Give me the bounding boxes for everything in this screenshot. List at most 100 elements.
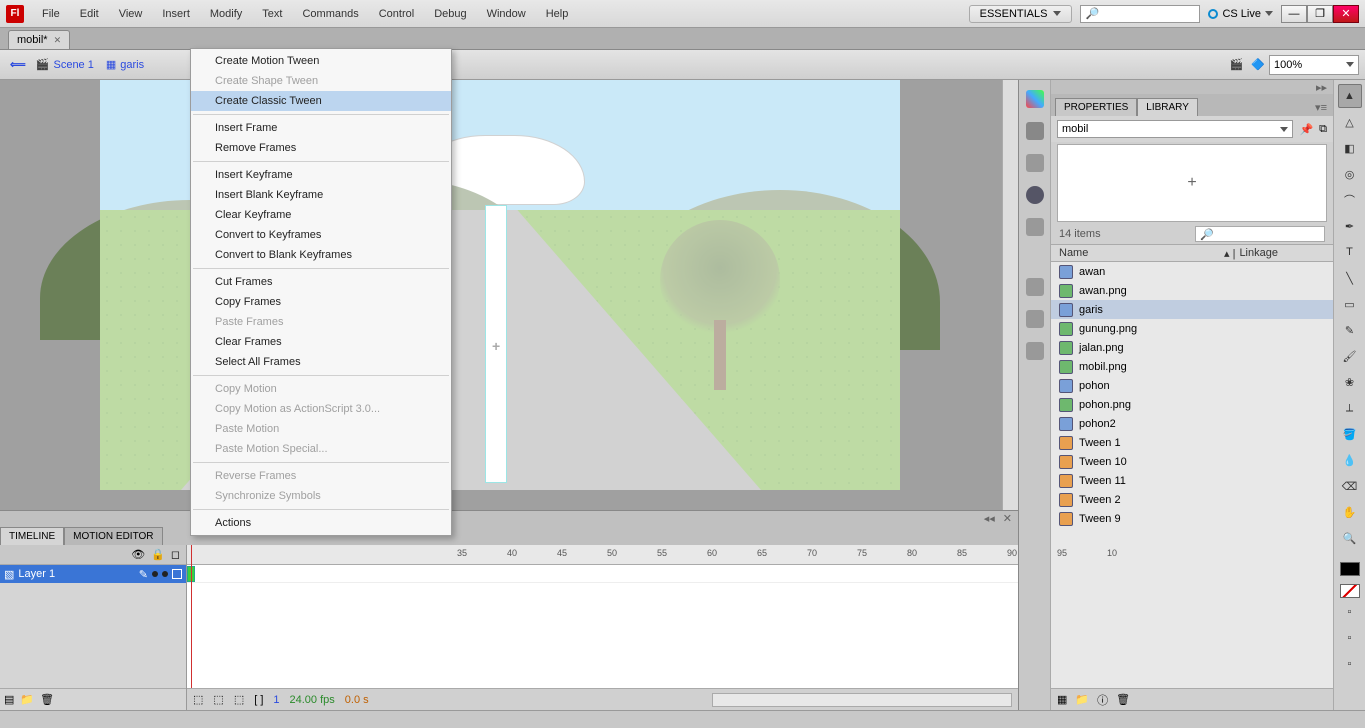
panel-menu-icon[interactable]: ▾≡ — [1309, 99, 1333, 116]
library-item[interactable]: Tween 2 — [1051, 490, 1333, 509]
col-linkage[interactable]: Linkage — [1239, 247, 1278, 259]
menuitem-create-classic-tween[interactable]: Create Classic Tween — [191, 91, 451, 111]
default-colors-icon[interactable]: ▫ — [1338, 626, 1362, 650]
stage-area[interactable]: + — [0, 80, 1018, 510]
fill-color-swatch[interactable] — [1340, 584, 1360, 598]
menu-window[interactable]: Window — [477, 8, 536, 20]
library-item[interactable]: awan.png — [1051, 281, 1333, 300]
search-input[interactable] — [1080, 5, 1200, 23]
new-library-icon[interactable]: ⧉ — [1319, 123, 1327, 136]
line-tool[interactable]: ╲ — [1338, 266, 1362, 290]
lock-icon[interactable]: 🔒 — [151, 548, 165, 561]
library-item[interactable]: Tween 1 — [1051, 433, 1333, 452]
library-item[interactable]: awan — [1051, 262, 1333, 281]
playhead[interactable] — [191, 545, 192, 710]
menu-view[interactable]: View — [109, 8, 153, 20]
layer-row[interactable]: ▧ Layer 1 ✎ — [0, 565, 186, 583]
tab-motion-editor[interactable]: MOTION EDITOR — [64, 527, 162, 545]
pin-icon[interactable]: 📌 — [1299, 123, 1313, 136]
transform-panel-icon[interactable] — [1026, 218, 1044, 236]
properties-icon[interactable]: ⓘ — [1097, 692, 1108, 708]
symbol-crumb[interactable]: ▦ garis — [106, 58, 144, 71]
workspace-switcher[interactable]: ESSENTIALS — [969, 5, 1073, 23]
menu-debug[interactable]: Debug — [424, 8, 476, 20]
menu-edit[interactable]: Edit — [70, 8, 109, 20]
new-symbol-icon[interactable]: ▦ — [1057, 693, 1067, 706]
brush-tool[interactable]: 🖌 — [1338, 344, 1362, 368]
3d-rotate-tool[interactable]: ◎ — [1338, 162, 1362, 186]
back-arrow-icon[interactable]: ⟸ — [10, 58, 26, 71]
library-item[interactable]: Tween 9 — [1051, 509, 1333, 528]
subselect-tool[interactable]: △ — [1338, 110, 1362, 134]
visibility-icon[interactable]: 👁 — [131, 548, 145, 561]
onion-skin-outline-icon[interactable]: ⬚ — [213, 693, 223, 706]
new-folder-icon[interactable]: 📁 — [1075, 693, 1089, 706]
components-icon[interactable] — [1026, 310, 1044, 328]
library-document-dropdown[interactable]: mobil — [1057, 120, 1293, 138]
library-item[interactable]: pohon — [1051, 376, 1333, 395]
library-search[interactable]: 🔎 — [1195, 226, 1325, 242]
code-snippets-icon[interactable] — [1026, 278, 1044, 296]
library-item[interactable]: garis — [1051, 300, 1333, 319]
marker-icon[interactable]: [ ] — [254, 694, 263, 706]
library-item[interactable]: pohon2 — [1051, 414, 1333, 433]
menuitem-convert-to-blank-keyframes[interactable]: Convert to Blank Keyframes — [191, 245, 451, 265]
minimize-button[interactable]: — — [1281, 5, 1307, 23]
library-item[interactable]: pohon.png — [1051, 395, 1333, 414]
menu-modify[interactable]: Modify — [200, 8, 252, 20]
tab-library[interactable]: LIBRARY — [1137, 98, 1198, 116]
menuitem-actions[interactable]: Actions — [191, 513, 451, 533]
pencil-tool[interactable]: ✎ — [1338, 318, 1362, 342]
menuitem-clear-frames[interactable]: Clear Frames — [191, 332, 451, 352]
menuitem-insert-blank-keyframe[interactable]: Insert Blank Keyframe — [191, 185, 451, 205]
pen-tool[interactable]: ✒ — [1338, 214, 1362, 238]
vis-dot[interactable] — [152, 571, 158, 577]
cs-live-button[interactable]: CS Live — [1208, 8, 1273, 20]
stroke-color-swatch[interactable] — [1340, 562, 1360, 576]
swatches-panel-icon[interactable] — [1026, 90, 1044, 108]
onion-skin-icon[interactable]: ⬚ — [193, 693, 203, 706]
bone-tool[interactable]: ⟂ — [1338, 396, 1362, 420]
eraser-tool[interactable]: ⌫ — [1338, 474, 1362, 498]
delete-layer-icon[interactable]: 🗑 — [40, 693, 54, 706]
library-columns[interactable]: Name ▴ | Linkage — [1051, 244, 1333, 262]
delete-icon[interactable]: 🗑 — [1116, 693, 1130, 706]
menuitem-select-all-frames[interactable]: Select All Frames — [191, 352, 451, 372]
lasso-tool[interactable]: ⌒ — [1338, 188, 1362, 212]
library-item[interactable]: gunung.png — [1051, 319, 1333, 338]
menu-insert[interactable]: Insert — [152, 8, 200, 20]
menuitem-clear-keyframe[interactable]: Clear Keyframe — [191, 205, 451, 225]
menu-commands[interactable]: Commands — [292, 8, 368, 20]
scene-crumb[interactable]: 🎬 Scene 1 — [36, 58, 94, 71]
outline-swatch[interactable] — [172, 569, 182, 579]
color-panel-icon[interactable] — [1026, 122, 1044, 140]
restore-button[interactable]: ❐ — [1307, 5, 1333, 23]
menuitem-remove-frames[interactable]: Remove Frames — [191, 138, 451, 158]
outline-icon[interactable]: ◻ — [171, 548, 180, 561]
col-name[interactable]: Name — [1059, 247, 1224, 259]
snap-icon[interactable]: ▫ — [1338, 652, 1362, 676]
eyedropper-tool[interactable]: 💧 — [1338, 448, 1362, 472]
tab-timeline[interactable]: TIMELINE — [0, 527, 64, 545]
document-tab[interactable]: mobil* ✕ — [8, 30, 70, 49]
library-item[interactable]: jalan.png — [1051, 338, 1333, 357]
zoom-dropdown[interactable]: 100% — [1269, 55, 1359, 75]
menuitem-convert-to-keyframes[interactable]: Convert to Keyframes — [191, 225, 451, 245]
deco-tool[interactable]: ❀ — [1338, 370, 1362, 394]
close-icon[interactable]: ✕ — [54, 35, 62, 46]
rect-tool[interactable]: ▭ — [1338, 292, 1362, 316]
menu-text[interactable]: Text — [252, 8, 292, 20]
menu-control[interactable]: Control — [369, 8, 424, 20]
zoom-tool[interactable]: 🔍 — [1338, 526, 1362, 550]
library-list[interactable]: awanawan.pnggarisgunung.pngjalan.pngmobi… — [1051, 262, 1333, 688]
edit-scene-icon[interactable]: 🎬 — [1230, 58, 1244, 71]
vertical-scrollbar[interactable] — [1002, 80, 1018, 510]
menu-file[interactable]: File — [32, 8, 70, 20]
paint-bucket-tool[interactable]: 🪣 — [1338, 422, 1362, 446]
tab-properties[interactable]: PROPERTIES — [1055, 98, 1137, 116]
hand-tool[interactable]: ✋ — [1338, 500, 1362, 524]
motion-presets-icon[interactable] — [1026, 342, 1044, 360]
frames-area[interactable]: 3540455055606570758085909510 ⬚ ⬚ ⬚ [ ] 1… — [187, 545, 1018, 710]
menuitem-create-motion-tween[interactable]: Create Motion Tween — [191, 51, 451, 71]
frame-ruler[interactable]: 3540455055606570758085909510 — [187, 545, 1018, 565]
